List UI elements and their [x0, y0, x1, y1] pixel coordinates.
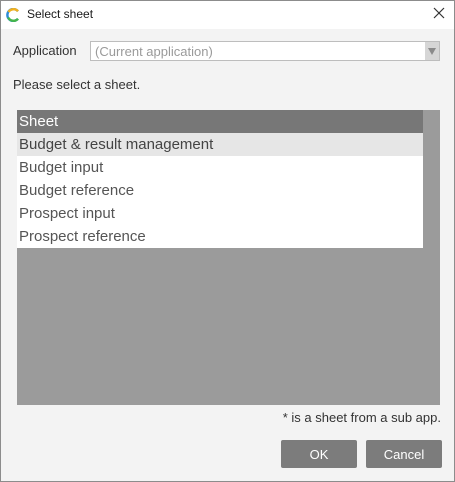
sheet-list-item[interactable]: Prospect reference: [17, 225, 423, 248]
sheet-list-item[interactable]: Budget reference: [17, 179, 423, 202]
instruction-text: Please select a sheet.: [13, 77, 141, 92]
sheet-list-item[interactable]: Prospect input: [17, 202, 423, 225]
select-sheet-dialog: Select sheet Application (Current applic…: [0, 0, 455, 482]
application-label: Application: [13, 43, 77, 58]
sheet-list-item[interactable]: Budget & result management: [17, 133, 423, 156]
title-bar: Select sheet: [1, 1, 454, 29]
sheet-list-panel: Sheet Budget & result management Budget …: [17, 110, 440, 405]
application-select-value: (Current application): [95, 44, 213, 59]
sheet-list-header[interactable]: Sheet: [17, 110, 423, 133]
sub-app-footnote: * is a sheet from a sub app.: [282, 410, 441, 425]
close-icon: [433, 6, 445, 24]
ok-button[interactable]: OK: [281, 440, 357, 468]
application-select[interactable]: (Current application): [90, 41, 440, 61]
cancel-button[interactable]: Cancel: [366, 440, 442, 468]
close-button[interactable]: [424, 1, 454, 29]
sheet-list-item[interactable]: Budget input: [17, 156, 423, 179]
dropdown-arrow-icon[interactable]: [425, 42, 439, 60]
app-logo-icon: [6, 7, 20, 23]
window-title: Select sheet: [27, 7, 94, 21]
sheet-list: Sheet Budget & result management Budget …: [17, 110, 423, 248]
